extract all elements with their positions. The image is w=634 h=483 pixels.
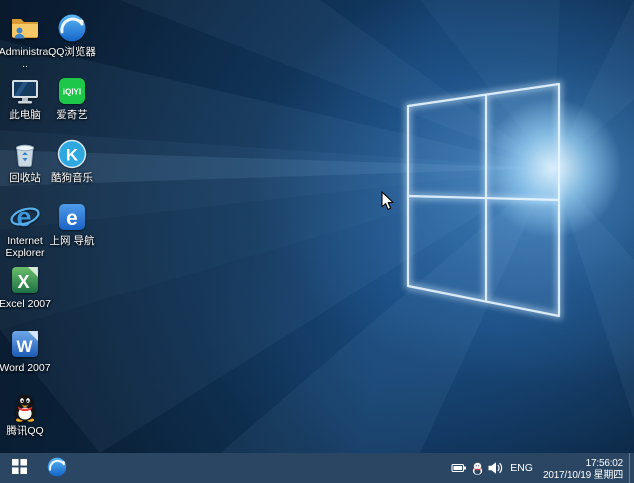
clock-date: 2017/10/19 星期四 [543, 470, 623, 482]
iqiyi-icon: iQIYI [56, 75, 88, 107]
show-desktop-button[interactable] [629, 453, 634, 483]
word-icon: W [9, 328, 41, 360]
desktop-icon-label: QQ浏览器 [48, 46, 96, 58]
start-button[interactable] [0, 453, 38, 483]
volume-icon[interactable] [486, 453, 504, 483]
desktop-icon-label: Word 2007 [0, 362, 51, 374]
desktop-icon-label: 回收站 [9, 172, 41, 184]
excel-icon: X [9, 264, 41, 296]
windows-logo-icon [12, 459, 27, 477]
taskbar-clock[interactable]: 17:56:02 2017/10/19 星期四 [539, 455, 629, 482]
desktop-icon-label: 上网 导航 [50, 235, 95, 247]
user-folder-icon [9, 12, 41, 44]
taskbar-qq-browser-button[interactable] [38, 453, 76, 483]
computer-monitor-icon [9, 75, 41, 107]
desktop-icon-web-navigation[interactable]: e 上网 导航 [45, 201, 99, 247]
desktop-icon-label: 爱奇艺 [56, 109, 88, 121]
desktop-icon-iqiyi[interactable]: iQIYI 爱奇艺 [45, 75, 99, 121]
desktop-icon-label: 此电脑 [9, 109, 41, 121]
recycle-bin-icon [9, 138, 41, 170]
svg-text:X: X [17, 272, 29, 292]
svg-text:iQIYI: iQIYI [63, 88, 81, 97]
internet-explorer-icon: e [9, 201, 41, 233]
qq-browser-icon [46, 456, 68, 481]
desktop-icon-excel-2007[interactable]: X Excel 2007 [0, 264, 52, 310]
desktop-icon-label: 酷狗音乐 [51, 172, 93, 184]
svg-text:e: e [16, 202, 31, 232]
web-navigation-icon: e [56, 201, 88, 233]
desktop-icon-kugou-music[interactable]: K 酷狗音乐 [45, 138, 99, 184]
desktop-icon-label: 腾讯QQ [6, 425, 43, 437]
battery-icon[interactable] [450, 453, 468, 483]
qq-browser-icon [56, 12, 88, 44]
svg-text:K: K [66, 146, 79, 165]
desktop-icon-label: Excel 2007 [0, 298, 51, 310]
language-indicator[interactable]: ENG [504, 453, 539, 483]
windows-desktop: Administra... 此电脑 [0, 0, 634, 483]
desktop-icon-tencent-qq[interactable]: 腾讯QQ [0, 391, 52, 437]
qq-penguin-icon [9, 391, 41, 423]
qq-tray-icon[interactable] [468, 453, 486, 483]
svg-text:W: W [16, 337, 33, 356]
taskbar: ENG 17:56:02 2017/10/19 星期四 [0, 453, 634, 483]
svg-text:e: e [66, 207, 78, 230]
desktop-icon-qq-browser[interactable]: QQ浏览器 [45, 12, 99, 58]
kugou-icon: K [56, 138, 88, 170]
desktop-icon-word-2007[interactable]: W Word 2007 [0, 328, 52, 374]
clock-time: 17:56:02 [543, 458, 623, 470]
system-tray: ENG 17:56:02 2017/10/19 星期四 [450, 453, 634, 483]
